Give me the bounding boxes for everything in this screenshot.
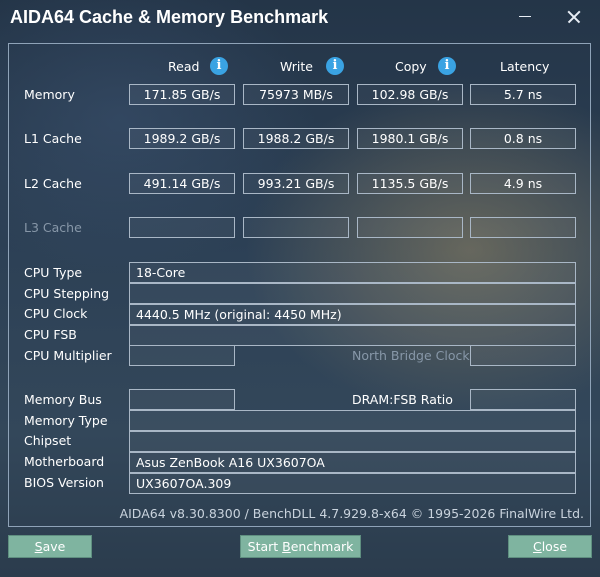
l2-write-value: 993.21 GB/s [243,173,349,194]
minimize-icon[interactable] [512,6,538,28]
start-benchmark-button[interactable]: Start Benchmark [240,535,361,558]
cpu-stepping-label: CPU Stepping [24,286,110,301]
start-accelerator: B [282,539,291,554]
l2-copy-value: 1135.5 GB/s [357,173,463,194]
motherboard-value: Asus ZenBook A16 UX3607OA [129,452,576,473]
close-icon[interactable] [561,6,587,28]
cpu-clock-value: 4440.5 MHz (original: 4450 MHz) [129,304,576,325]
close-label-rest: lose [541,539,568,554]
column-header-read: Read [168,59,200,74]
save-accelerator: S [34,539,43,554]
north-bridge-clock-label: North Bridge Clock [352,348,470,363]
cpu-fsb-value [129,325,576,346]
cpu-stepping-value [129,283,576,304]
cpu-type-label: CPU Type [24,265,83,280]
benchmark-window: AIDA64 Cache & Memory Benchmark Read i W… [0,0,600,577]
window-title: AIDA64 Cache & Memory Benchmark [10,7,329,27]
l1-latency-value: 0.8 ns [470,128,576,149]
north-bridge-clock-value [470,345,576,366]
l1-read-value: 1989.2 GB/s [129,128,235,149]
l3-read-value [129,217,235,238]
row-label-l2-cache: L2 Cache [24,176,82,191]
title-bar: AIDA64 Cache & Memory Benchmark [0,0,600,36]
bios-version-label: BIOS Version [24,475,104,490]
l2-latency-value: 4.9 ns [470,173,576,194]
memory-read-value: 171.85 GB/s [129,84,235,105]
memory-write-value: 75973 MB/s [243,84,349,105]
save-label-rest: ave [42,539,66,554]
info-icon[interactable]: i [326,57,344,75]
memory-type-value [129,410,576,431]
info-icon[interactable]: i [438,57,456,75]
memory-bus-label: Memory Bus [24,392,102,407]
close-button[interactable]: Close [508,535,592,558]
save-button[interactable]: Save [8,535,92,558]
start-label-rest: enchmark [290,539,354,554]
version-footer: AIDA64 v8.30.8300 / BenchDLL 4.7.929.8-x… [119,506,584,521]
start-label-pre: Start [247,539,283,554]
row-label-memory: Memory [24,87,75,102]
dram-fsb-ratio-value [470,389,576,410]
l3-copy-value [357,217,463,238]
row-label-l3-cache: L3 Cache [24,220,82,235]
memory-bus-value [129,389,235,410]
column-header-write: Write [280,59,314,74]
row-label-l1-cache: L1 Cache [24,131,82,146]
column-header-latency: Latency [500,59,550,74]
cpu-fsb-label: CPU FSB [24,327,77,342]
memory-latency-value: 5.7 ns [470,84,576,105]
l2-read-value: 491.14 GB/s [129,173,235,194]
l1-copy-value: 1980.1 GB/s [357,128,463,149]
cpu-multiplier-label: CPU Multiplier [24,348,112,363]
cpu-clock-label: CPU Clock [24,306,88,321]
l3-latency-value [470,217,576,238]
l3-write-value [243,217,349,238]
dram-fsb-ratio-label: DRAM:FSB Ratio [352,392,453,407]
memory-copy-value: 102.98 GB/s [357,84,463,105]
chipset-value [129,431,576,452]
l1-write-value: 1988.2 GB/s [243,128,349,149]
cpu-type-value: 18-Core [129,262,576,283]
bios-version-value: UX3607OA.309 [129,473,576,494]
motherboard-label: Motherboard [24,454,105,469]
cpu-multiplier-value [129,345,235,366]
close-accelerator: C [532,539,542,554]
memory-type-label: Memory Type [24,413,108,428]
chipset-label: Chipset [24,433,72,448]
column-header-copy: Copy [395,59,427,74]
info-icon[interactable]: i [210,57,228,75]
